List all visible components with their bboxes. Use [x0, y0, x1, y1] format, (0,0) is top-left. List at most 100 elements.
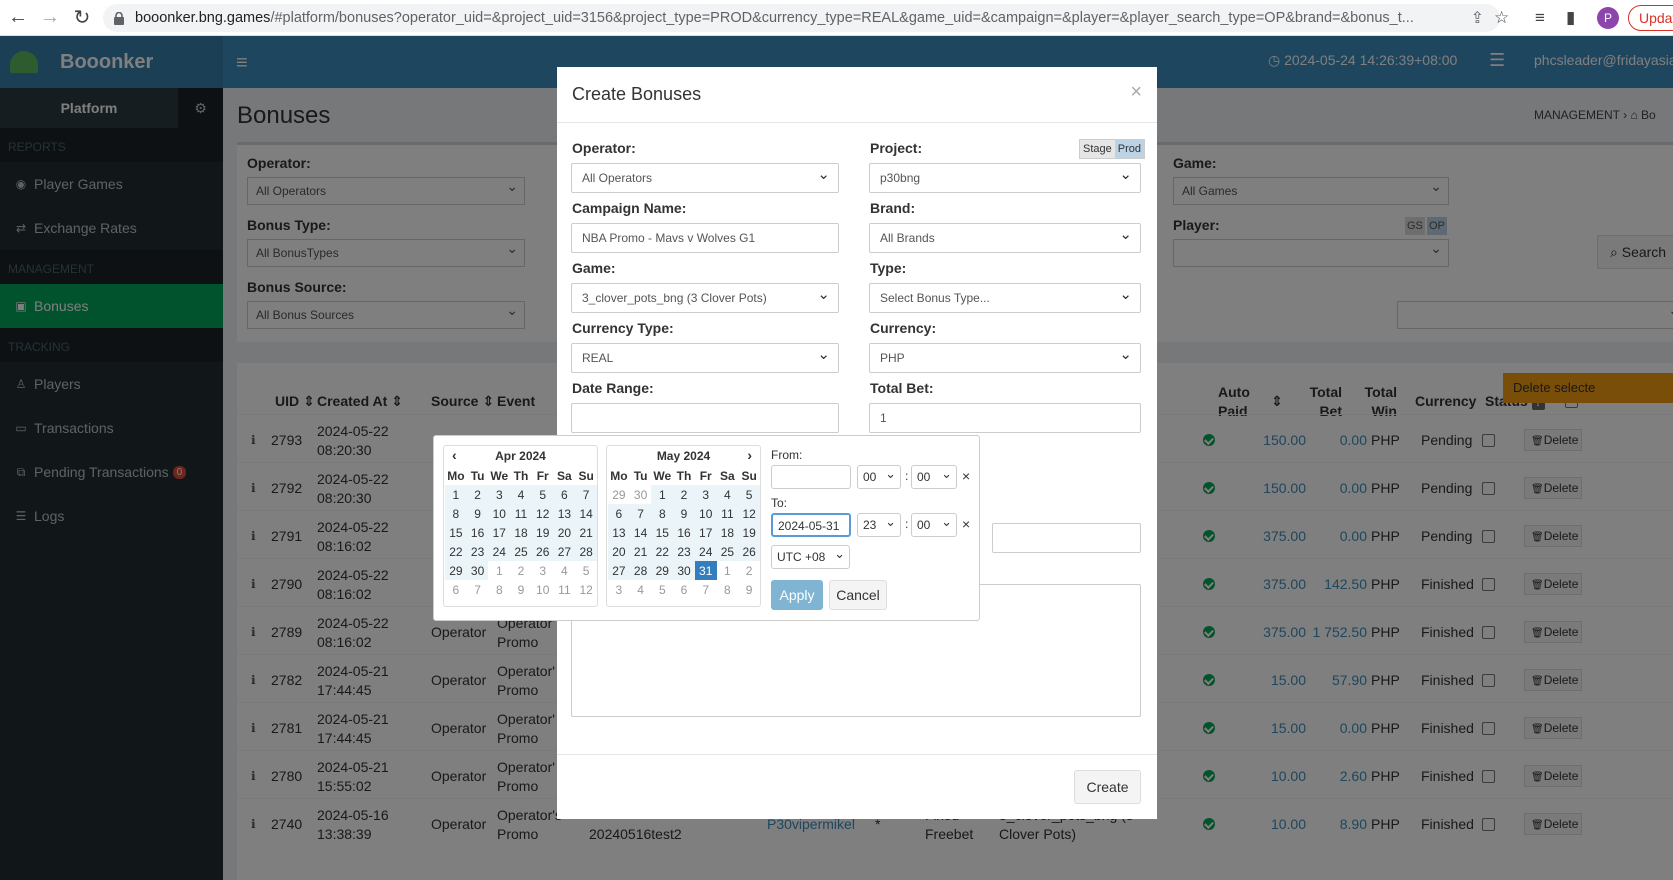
brand-select[interactable]: All Brands: [869, 223, 1141, 253]
calendar-day[interactable]: 3: [488, 485, 511, 504]
total-bet-input[interactable]: 1: [869, 403, 1141, 433]
calendar-day[interactable]: 7: [575, 485, 597, 504]
clear-to-icon[interactable]: ×: [962, 516, 970, 532]
back-icon[interactable]: ←: [4, 4, 32, 32]
calendar-day[interactable]: 27: [553, 542, 576, 561]
calendar-day[interactable]: 29: [445, 561, 467, 580]
calendar-day[interactable]: 6: [608, 504, 630, 523]
calendar-day[interactable]: 7: [695, 580, 717, 599]
calendar-day[interactable]: 4: [716, 485, 739, 504]
calendar-day[interactable]: 24: [694, 542, 717, 561]
calendar-day[interactable]: 2: [466, 485, 489, 504]
calendar-day[interactable]: 28: [575, 542, 597, 561]
calendar-day[interactable]: 15: [651, 523, 674, 542]
calendar-day[interactable]: 23: [673, 542, 695, 561]
calendar-day[interactable]: 5: [738, 485, 760, 504]
calendar-day[interactable]: 29: [608, 485, 630, 504]
calendar-day[interactable]: 27: [608, 561, 630, 580]
calendar-day[interactable]: 16: [673, 523, 695, 542]
to-date-input[interactable]: 2024-05-31: [771, 513, 851, 537]
prod-toggle[interactable]: Prod: [1114, 140, 1144, 158]
calendar-day[interactable]: 12: [575, 580, 597, 599]
calendar-day[interactable]: 1: [445, 485, 467, 504]
calendar-day[interactable]: 30: [630, 485, 652, 504]
calendar-day[interactable]: 17: [694, 523, 717, 542]
calendar-day[interactable]: 9: [510, 580, 532, 599]
close-icon[interactable]: ×: [1130, 81, 1142, 104]
calendar-day[interactable]: 2: [673, 485, 695, 504]
calendar-day[interactable]: 14: [575, 504, 597, 523]
calendar-day[interactable]: 10: [488, 504, 511, 523]
calendar-day[interactable]: 18: [716, 523, 739, 542]
calendar-day[interactable]: 24: [488, 542, 511, 561]
calendar-day[interactable]: 26: [738, 542, 760, 561]
calendar-day[interactable]: 26: [531, 542, 554, 561]
calendar-day[interactable]: 11: [716, 504, 739, 523]
calendar-day[interactable]: 17: [488, 523, 511, 542]
currency-type-select[interactable]: REAL: [571, 343, 839, 373]
calendar-day[interactable]: 6: [553, 485, 576, 504]
calendar-day[interactable]: 21: [575, 523, 597, 542]
from-hour-select[interactable]: 00: [857, 465, 901, 489]
game-select[interactable]: 3_clover_pots_bng (3 Clover Pots): [571, 283, 839, 313]
calendar-day[interactable]: 8: [445, 504, 467, 523]
calendar-day[interactable]: 14: [629, 523, 652, 542]
calendar-day[interactable]: 21: [629, 542, 652, 561]
calendar-day[interactable]: 18: [510, 523, 532, 542]
calendar-day[interactable]: 5: [531, 485, 554, 504]
calendar-day[interactable]: 8: [651, 504, 674, 523]
to-minute-select[interactable]: 00: [911, 513, 957, 537]
calendar-day[interactable]: 2: [510, 561, 532, 580]
calendar-day[interactable]: 25: [510, 542, 532, 561]
calendar-day[interactable]: 12: [531, 504, 554, 523]
bonus-type-select[interactable]: Select Bonus Type...: [869, 283, 1141, 313]
calendar-day[interactable]: 28: [629, 561, 652, 580]
address-bar[interactable]: booonker.bng.games/#platform/bonuses?ope…: [103, 4, 1500, 32]
calendar-day[interactable]: 4: [510, 485, 532, 504]
calendar-day[interactable]: 3: [694, 485, 717, 504]
sidepanel-icon[interactable]: ▮: [1566, 8, 1575, 28]
partially-hidden-input[interactable]: [992, 523, 1141, 553]
calendar-day[interactable]: 7: [467, 580, 489, 599]
timezone-select[interactable]: UTC +08: [771, 545, 850, 569]
star-icon[interactable]: ☆: [1494, 8, 1509, 28]
calendar-day[interactable]: 2: [738, 561, 760, 580]
calendar-day[interactable]: 3: [532, 561, 554, 580]
from-minute-select[interactable]: 00: [911, 465, 957, 489]
calendar-day[interactable]: 19: [531, 523, 554, 542]
calendar-day[interactable]: 20: [608, 542, 630, 561]
calendar-day[interactable]: 4: [630, 580, 652, 599]
calendar-day[interactable]: 30: [466, 561, 489, 580]
calendar-day[interactable]: 23: [466, 542, 489, 561]
calendar-day[interactable]: 5: [575, 561, 597, 580]
to-hour-select[interactable]: 23: [857, 513, 901, 537]
calendar-day[interactable]: 9: [466, 504, 489, 523]
operator-select[interactable]: All Operators: [571, 163, 839, 193]
calendar-day[interactable]: 10: [694, 504, 717, 523]
calendar-day[interactable]: 3: [608, 580, 630, 599]
calendar-day[interactable]: 13: [553, 504, 576, 523]
calendar-day[interactable]: 30: [673, 561, 695, 580]
profile-avatar[interactable]: P: [1597, 7, 1619, 29]
calendar-day[interactable]: 13: [608, 523, 630, 542]
calendar-day[interactable]: 6: [673, 580, 695, 599]
calendar-day[interactable]: 31: [694, 561, 717, 580]
date-range-input[interactable]: [571, 403, 839, 433]
calendar-day[interactable]: 7: [629, 504, 652, 523]
calendar-day[interactable]: 5: [651, 580, 673, 599]
campaign-name-input[interactable]: NBA Promo - Mavs v Wolves G1: [571, 223, 839, 253]
calendar-day[interactable]: 15: [445, 523, 467, 542]
forward-icon[interactable]: →: [36, 4, 64, 32]
clear-from-icon[interactable]: ×: [962, 468, 970, 484]
project-select[interactable]: p30bng: [869, 163, 1141, 193]
calendar-day[interactable]: 1: [488, 561, 510, 580]
calendar-day[interactable]: 12: [738, 504, 760, 523]
calendar-day[interactable]: 4: [554, 561, 576, 580]
reload-icon[interactable]: ↻: [68, 4, 96, 32]
create-button[interactable]: Create: [1074, 770, 1141, 804]
calendar-day[interactable]: 20: [553, 523, 576, 542]
calendar-day[interactable]: 10: [532, 580, 554, 599]
from-date-input[interactable]: [771, 465, 851, 489]
stage-toggle[interactable]: Stage: [1080, 140, 1115, 158]
update-button[interactable]: Updat: [1628, 5, 1673, 31]
